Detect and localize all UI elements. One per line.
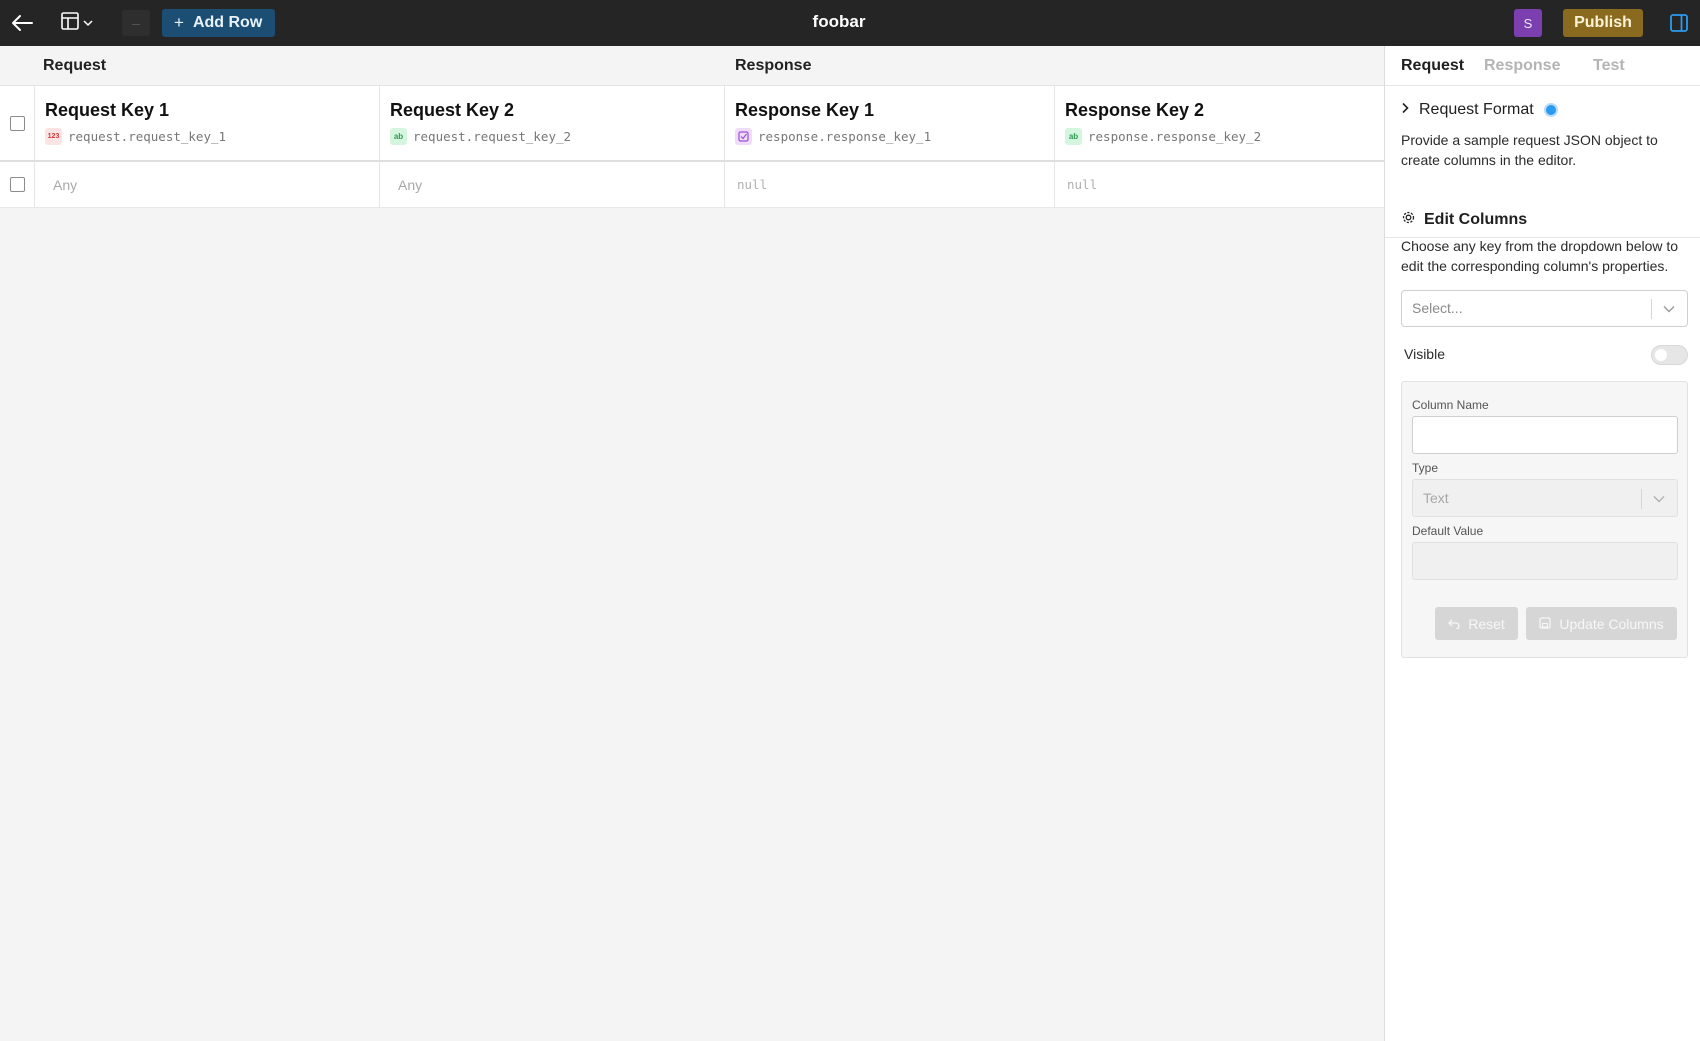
column-title: Response Key 1 [735, 100, 875, 120]
side-panel: Request Response Test Request Format Pro… [1384, 46, 1700, 1041]
checkbox-type-icon [735, 128, 752, 145]
column-header-request-key-2[interactable]: Request Key 2 ab request.request_key_2 [380, 86, 725, 160]
text-type-icon: ab [1065, 128, 1082, 145]
save-icon [1539, 616, 1551, 632]
default-value-field[interactable] [1412, 542, 1678, 580]
add-row-label: Add Row [192, 14, 263, 31]
undo-icon [1448, 616, 1460, 632]
text-type-icon: ab [390, 128, 407, 145]
add-row-button[interactable]: + Add Row [162, 9, 276, 37]
table-cell[interactable]: Any [380, 162, 725, 207]
row-select-cell [0, 162, 35, 207]
column-header-request-key-1[interactable]: Request Key 1 123 request.request_key_1 [35, 86, 380, 160]
gear-icon [1401, 210, 1416, 230]
table-layout-icon [60, 11, 80, 36]
chevron-down-icon [83, 14, 93, 32]
publish-button[interactable]: Publish [1563, 9, 1643, 37]
table-cell[interactable]: null [1055, 162, 1384, 207]
avatar[interactable]: S [1514, 9, 1542, 37]
type-select[interactable]: Text [1412, 479, 1678, 517]
request-format-description: Provide a sample request JSON object to … [1401, 132, 1658, 168]
table-row: Any Any null null [0, 162, 1384, 208]
chevron-right-icon [1401, 101, 1409, 119]
edit-columns-title: Edit Columns [1424, 211, 1528, 228]
type-select-value: Text [1423, 490, 1449, 506]
column-header-response-key-2[interactable]: Response Key 2 ab response.response_key_… [1055, 86, 1384, 160]
panel-tabs: Request Response Test [1385, 46, 1700, 86]
remove-row-button[interactable]: – [122, 10, 150, 36]
page-title: foobar [812, 12, 866, 31]
column-properties-form: Column Name Type Text Default Value Rese… [1401, 381, 1688, 658]
request-format-title: Request Format [1419, 101, 1534, 118]
edit-columns-header: Edit Columns [1401, 210, 1527, 230]
select-all-checkbox[interactable] [9, 115, 25, 131]
column-title: Response Key 2 [1065, 100, 1205, 120]
plus-icon: + [174, 13, 184, 32]
group-label-request: Request [43, 57, 107, 74]
default-value-label: Default Value [1412, 524, 1484, 538]
row-checkbox[interactable] [9, 177, 25, 192]
back-arrow-icon[interactable] [10, 11, 34, 35]
select-divider [1641, 489, 1642, 509]
sidebar-panel-icon[interactable] [1667, 11, 1691, 35]
column-title: Request Key 2 [390, 100, 515, 120]
column-header-row: Request Key 1 123 request.request_key_1 … [0, 86, 1384, 162]
table-cell[interactable]: Any [35, 162, 380, 207]
info-icon [1543, 103, 1558, 117]
update-columns-button[interactable]: Update Columns [1526, 607, 1677, 640]
column-key: response.response_key_2 [1088, 129, 1262, 144]
edit-columns-description: Choose any key from the dropdown below t… [1401, 238, 1679, 274]
column-key: request.request_key_2 [413, 129, 572, 144]
visible-toggle[interactable] [1651, 345, 1688, 365]
tab-response[interactable]: Response [1484, 46, 1560, 86]
reset-button[interactable]: Reset [1435, 607, 1518, 640]
column-key: request.request_key_1 [68, 129, 227, 144]
number-type-icon: 123 [45, 128, 62, 145]
tab-request[interactable]: Request [1401, 46, 1464, 86]
column-title: Request Key 1 [45, 100, 170, 120]
column-name-label: Column Name [1412, 398, 1489, 412]
chevron-down-icon [1659, 299, 1679, 319]
tab-test[interactable]: Test [1593, 46, 1625, 86]
select-placeholder: Select... [1412, 300, 1463, 316]
group-label-response: Response [735, 57, 812, 74]
column-name-field[interactable] [1412, 416, 1678, 454]
select-all-cell [0, 86, 35, 160]
reset-label: Reset [1468, 615, 1505, 632]
cell-null-value: null [737, 177, 768, 192]
column-select-dropdown[interactable]: Select... [1401, 290, 1688, 327]
cell-placeholder: Any [53, 176, 78, 193]
view-switcher[interactable] [60, 11, 93, 35]
request-format-toggle[interactable]: Request Format [1401, 101, 1558, 119]
top-bar: – + Add Row foobar S Publish [0, 0, 1700, 46]
select-divider [1651, 299, 1652, 319]
chevron-down-icon [1649, 489, 1669, 509]
update-columns-label: Update Columns [1559, 615, 1664, 632]
cell-null-value: null [1067, 177, 1098, 192]
toggle-knob [1655, 349, 1667, 361]
column-group-row: Request Response [0, 46, 1384, 86]
column-key: response.response_key_1 [758, 129, 932, 144]
visible-label: Visible [1404, 346, 1445, 362]
type-label: Type [1412, 461, 1439, 475]
cell-placeholder: Any [398, 176, 423, 193]
column-header-response-key-1[interactable]: Response Key 1 response.response_key_1 [725, 86, 1055, 160]
table-cell[interactable]: null [725, 162, 1055, 207]
